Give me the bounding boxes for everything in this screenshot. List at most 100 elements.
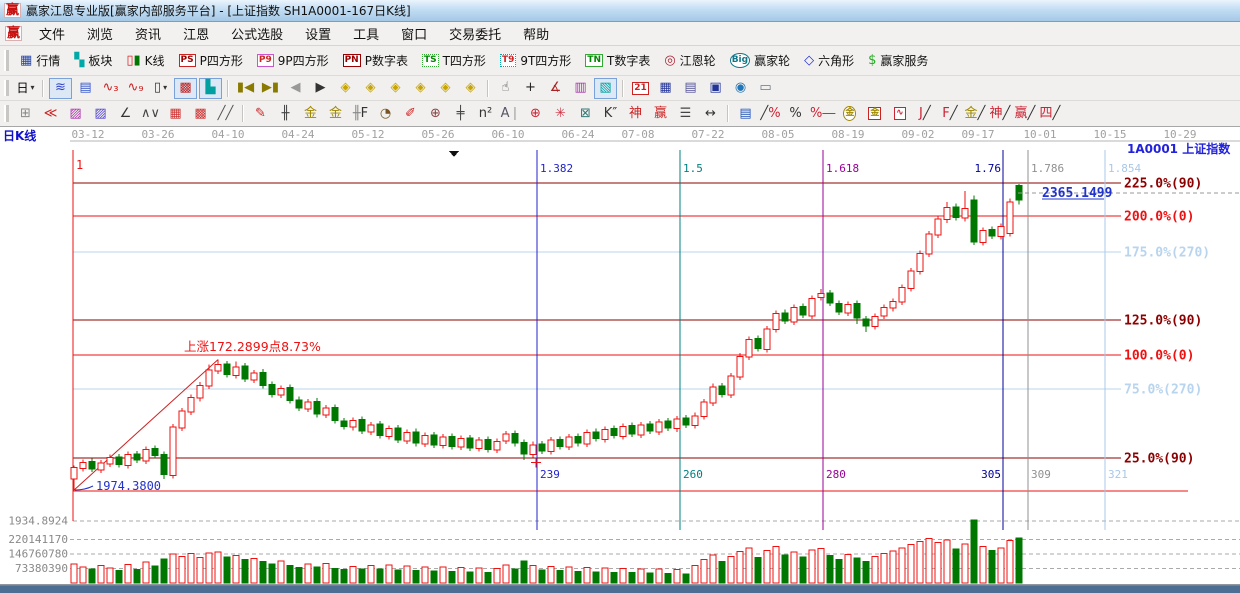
shen-angle-button[interactable]: 神╱	[988, 103, 1011, 124]
pin-ruler-button[interactable]: ✐	[399, 103, 422, 124]
last-page-button[interactable]: ▶▮	[259, 78, 282, 99]
chart-canvas[interactable]: 03-1203-2604-1004-2405-1205-2606-1006-24…	[0, 127, 1240, 593]
si-angle-button[interactable]: 四╱	[1038, 103, 1061, 124]
gold-circle-button[interactable]: 金	[838, 103, 861, 124]
compass-target-button[interactable]: ⊕	[524, 103, 547, 124]
percent-plain-button[interactable]: %	[784, 103, 807, 124]
red-pattern-button[interactable]: ▩	[174, 78, 197, 99]
menu-trade[interactable]: 交易委托	[438, 22, 512, 45]
candle-style-dropdown-button[interactable]: ▯▾	[149, 78, 172, 99]
hexagon-button[interactable]: ◇六角形	[797, 50, 861, 71]
menu-settings[interactable]: 设置	[294, 22, 342, 45]
toolbar-grip[interactable]	[4, 105, 9, 123]
circle-ruler-button[interactable]: ⊕	[424, 103, 447, 124]
menu-news[interactable]: 资讯	[124, 22, 172, 45]
menu-formula-pick[interactable]: 公式选股	[220, 22, 294, 45]
profile-histogram-button[interactable]: ▙	[199, 78, 222, 99]
9t-square-button[interactable]: T99T四方形	[493, 50, 578, 71]
angle-lines-button[interactable]: ∠	[114, 103, 137, 124]
j-angle-button[interactable]: J╱	[913, 103, 936, 124]
gold-cycle-1-button[interactable]: 金	[299, 103, 322, 124]
gann-fan-button[interactable]: ≪	[39, 103, 62, 124]
quotes-button[interactable]: ▦行情	[13, 50, 67, 71]
f-cycle-button[interactable]: ╫F	[349, 103, 372, 124]
time-spiral-button[interactable]: ◔	[374, 103, 397, 124]
width-measure-button[interactable]: ↔	[699, 103, 722, 124]
winner-service-button[interactable]: $赢家服务	[861, 50, 935, 71]
k-note-button[interactable]: K″	[599, 103, 622, 124]
winner-wheel-button[interactable]: Big赢家轮	[723, 50, 797, 71]
time-comb-button[interactable]: ╫	[274, 103, 297, 124]
wave-3-button[interactable]: ∿₃	[99, 78, 122, 99]
menu-help[interactable]: 帮助	[512, 22, 560, 45]
shen-tool-button[interactable]: 神	[624, 103, 647, 124]
n2-tool-button[interactable]: n²	[474, 103, 497, 124]
fan-box-blue-button[interactable]: ▨	[89, 103, 112, 124]
print-button[interactable]: ▭	[754, 78, 777, 99]
next-bar-button[interactable]: ▶	[309, 78, 332, 99]
gold-cycle-2-button[interactable]: 金	[324, 103, 347, 124]
9p-square-button[interactable]: P99P四方形	[250, 50, 336, 71]
value-table-button[interactable]: ▤	[734, 103, 757, 124]
price-grid-cycle-button[interactable]: ▩	[189, 103, 212, 124]
zoom-compress-button[interactable]: ◈	[409, 78, 432, 99]
grid-select-button[interactable]: ⊞	[14, 103, 37, 124]
save-button[interactable]: ▣	[704, 78, 727, 99]
prev-bar-button[interactable]: ◀	[284, 78, 307, 99]
star-grid-button[interactable]: ✳	[549, 103, 572, 124]
candle	[566, 434, 572, 450]
angle-tool-button[interactable]: ∡	[544, 78, 567, 99]
gold-angle-button[interactable]: 金╱	[963, 103, 986, 124]
kline-button[interactable]: ▯▮K线	[119, 50, 171, 71]
fan-box-purple-button[interactable]: ▨	[64, 103, 87, 124]
target-box-button[interactable]: ⊠	[574, 103, 597, 124]
candle	[485, 436, 491, 452]
web-quote-button[interactable]: ◉	[729, 78, 752, 99]
notes-button[interactable]: ▤	[679, 78, 702, 99]
date-tick: 08-19	[831, 128, 864, 141]
ying-tool-button[interactable]: 赢	[649, 103, 672, 124]
red-pin-button[interactable]: ✎	[249, 103, 272, 124]
zoom-horizontal-button[interactable]: ◈	[384, 78, 407, 99]
f-angle-button[interactable]: F╱	[938, 103, 961, 124]
menu-browse[interactable]: 浏览	[76, 22, 124, 45]
percent-angle-button[interactable]: ╱%	[759, 103, 782, 124]
zoom-right-button[interactable]: ◈	[359, 78, 382, 99]
gann-wheel-button[interactable]: ◎江恩轮	[657, 50, 722, 71]
menu-file[interactable]: 文件	[28, 22, 76, 45]
calendar-button[interactable]: 21	[629, 78, 652, 99]
wave-9-button[interactable]: ∿₉	[124, 78, 147, 99]
p-square-button[interactable]: PSP四方形	[172, 50, 250, 71]
menu-window[interactable]: 窗口	[390, 22, 438, 45]
calculator-button[interactable]: ▦	[654, 78, 677, 99]
price-grid-button[interactable]: ▦	[164, 103, 187, 124]
toolbar-grip[interactable]	[4, 80, 9, 97]
zigzag-line-button[interactable]: ∧∨	[139, 103, 162, 124]
menu-tools[interactable]: 工具	[342, 22, 390, 45]
menu-gann[interactable]: 江恩	[172, 22, 220, 45]
zoom-left-button[interactable]: ◈	[334, 78, 357, 99]
first-page-button[interactable]: ▮◀	[234, 78, 257, 99]
zoom-expand-button[interactable]: ◈	[434, 78, 457, 99]
p-number-table-button[interactable]: PNP数字表	[336, 50, 415, 71]
chart-overlay-button[interactable]: ≋	[49, 78, 72, 99]
ying-angle-button[interactable]: 赢╱	[1013, 103, 1036, 124]
toolbar-grip[interactable]	[4, 50, 9, 70]
t-number-table-button[interactable]: TNT数字表	[578, 50, 657, 71]
gold-level-button[interactable]: 金	[863, 103, 886, 124]
percent-line-button[interactable]: %―	[809, 103, 836, 124]
a-filter-button[interactable]: A❘	[499, 103, 522, 124]
parallel-lines-button[interactable]: ╱╱	[214, 103, 237, 124]
period-day-dropdown-button[interactable]: 日▾	[14, 78, 37, 99]
hand-tool-button[interactable]: ☝	[494, 78, 517, 99]
counting-grid-button[interactable]: ☰	[674, 103, 697, 124]
f10-info-button[interactable]: ▤	[74, 78, 97, 99]
crosshair-tool-button[interactable]: +	[519, 78, 542, 99]
wide-comb-button[interactable]: ╪	[449, 103, 472, 124]
zoom-full-button[interactable]: ◈	[459, 78, 482, 99]
teal-pattern-tool-button[interactable]: ▧	[594, 78, 617, 99]
wave-box-button[interactable]: ∿	[888, 103, 911, 124]
sectors-button[interactable]: ▚板块	[67, 50, 119, 71]
t-square-button[interactable]: TST四方形	[415, 50, 493, 71]
purple-grid-tool-button[interactable]: ▥	[569, 78, 592, 99]
